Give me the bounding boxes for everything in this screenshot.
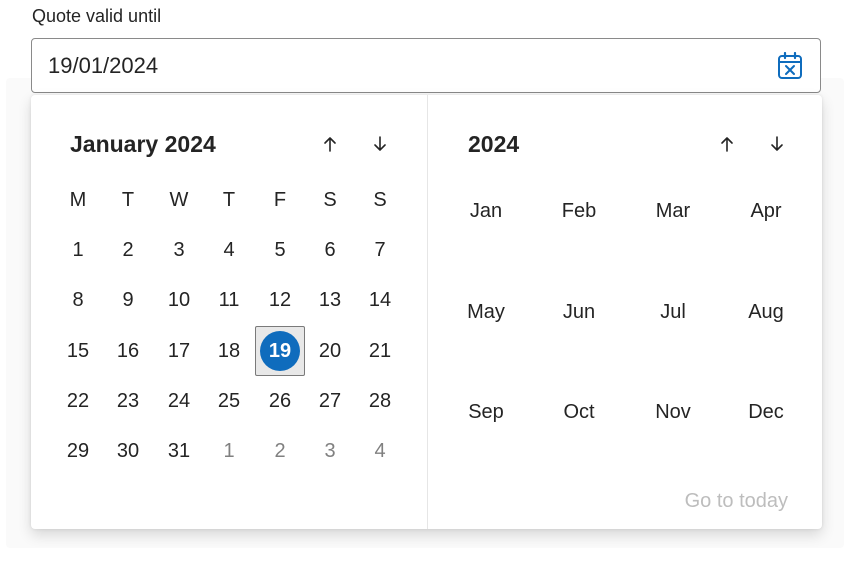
calendar-dismiss-icon[interactable] (774, 50, 806, 82)
day-cell[interactable]: 5 (258, 228, 302, 272)
previous-month-button[interactable] (313, 127, 347, 161)
day-cell[interactable]: 16 (106, 329, 150, 373)
month-cell[interactable]: Feb (539, 189, 619, 233)
divider (427, 95, 428, 529)
day-cell[interactable]: 12 (258, 278, 302, 322)
day-cell[interactable]: 14 (358, 278, 402, 322)
arrow-up-icon (324, 137, 336, 152)
field-label: Quote valid until (32, 6, 162, 26)
date-value[interactable]: 19/01/2024 (48, 53, 158, 79)
arrow-down-icon (771, 136, 783, 151)
day-picker-header[interactable]: January 2024 (70, 131, 216, 158)
month-cell[interactable]: Dec (726, 390, 806, 434)
month-cell[interactable]: May (446, 290, 526, 334)
day-cell[interactable]: 24 (157, 379, 201, 423)
month-cell[interactable]: Jul (633, 290, 713, 334)
day-cell[interactable]: 28 (358, 379, 402, 423)
day-cell[interactable]: 25 (207, 379, 251, 423)
day-cell[interactable]: 6 (308, 228, 352, 272)
day-cell-outside-month[interactable]: 3 (308, 429, 352, 473)
day-cell[interactable]: 9 (106, 278, 150, 322)
month-cell[interactable]: Oct (539, 390, 619, 434)
day-cell[interactable]: 21 (358, 329, 402, 373)
day-cell[interactable]: 15 (56, 329, 100, 373)
weekday-label: F (273, 188, 287, 211)
day-cell[interactable]: 26 (258, 379, 302, 423)
month-cell[interactable]: Jan (446, 189, 526, 233)
day-cell[interactable]: 3 (157, 228, 201, 272)
go-to-today-button[interactable]: Go to today (685, 490, 788, 513)
day-cell-outside-month[interactable]: 2 (258, 429, 302, 473)
weekday-label: M (69, 188, 87, 211)
day-cell[interactable]: 30 (106, 429, 150, 473)
day-cell[interactable]: 10 (157, 278, 201, 322)
calendar-popup: January 2024 MTWTFSS 1 2 3 4 5 6 7 8 9 10 11 12 13 14… (31, 95, 822, 529)
previous-year-button[interactable] (710, 127, 744, 161)
day-cell[interactable]: 1 (56, 228, 100, 272)
month-picker-header[interactable]: 2024 (468, 131, 519, 158)
day-cell[interactable]: 18 (207, 329, 251, 373)
weekday-label: S (323, 188, 337, 211)
day-cell-outside-month[interactable]: 4 (358, 429, 402, 473)
day-cell[interactable]: 20 (308, 329, 352, 373)
arrow-up-icon (721, 137, 733, 152)
day-cell[interactable]: 29 (56, 429, 100, 473)
day-cell[interactable]: 27 (308, 379, 352, 423)
day-cell-selected[interactable]: 19 (255, 326, 305, 376)
month-cell[interactable]: Mar (633, 189, 713, 233)
day-cell[interactable]: 22 (56, 379, 100, 423)
arrow-down-icon (374, 136, 386, 151)
selected-day-label: 19 (260, 331, 300, 371)
day-cell[interactable]: 7 (358, 228, 402, 272)
day-cell-outside-month[interactable]: 1 (207, 429, 251, 473)
day-cell[interactable]: 4 (207, 228, 251, 272)
day-cell[interactable]: 11 (207, 278, 251, 322)
weekday-label: S (373, 188, 387, 211)
day-cell[interactable]: 13 (308, 278, 352, 322)
month-cell[interactable]: Nov (633, 390, 713, 434)
month-cell[interactable]: Aug (726, 290, 806, 334)
month-cell[interactable]: Sep (446, 390, 526, 434)
day-cell[interactable]: 8 (56, 278, 100, 322)
day-cell[interactable]: 23 (106, 379, 150, 423)
next-month-button[interactable] (363, 127, 397, 161)
day-cell[interactable]: 17 (157, 329, 201, 373)
day-cell[interactable]: 2 (106, 228, 150, 272)
month-cell[interactable]: Apr (726, 189, 806, 233)
date-input[interactable]: 19/01/2024 (31, 38, 821, 93)
next-year-button[interactable] (760, 127, 794, 161)
day-cell[interactable]: 31 (157, 429, 201, 473)
weekday-label: T (121, 188, 135, 211)
month-cell[interactable]: Jun (539, 290, 619, 334)
weekday-label: T (222, 188, 236, 211)
weekday-label: W (169, 188, 189, 211)
